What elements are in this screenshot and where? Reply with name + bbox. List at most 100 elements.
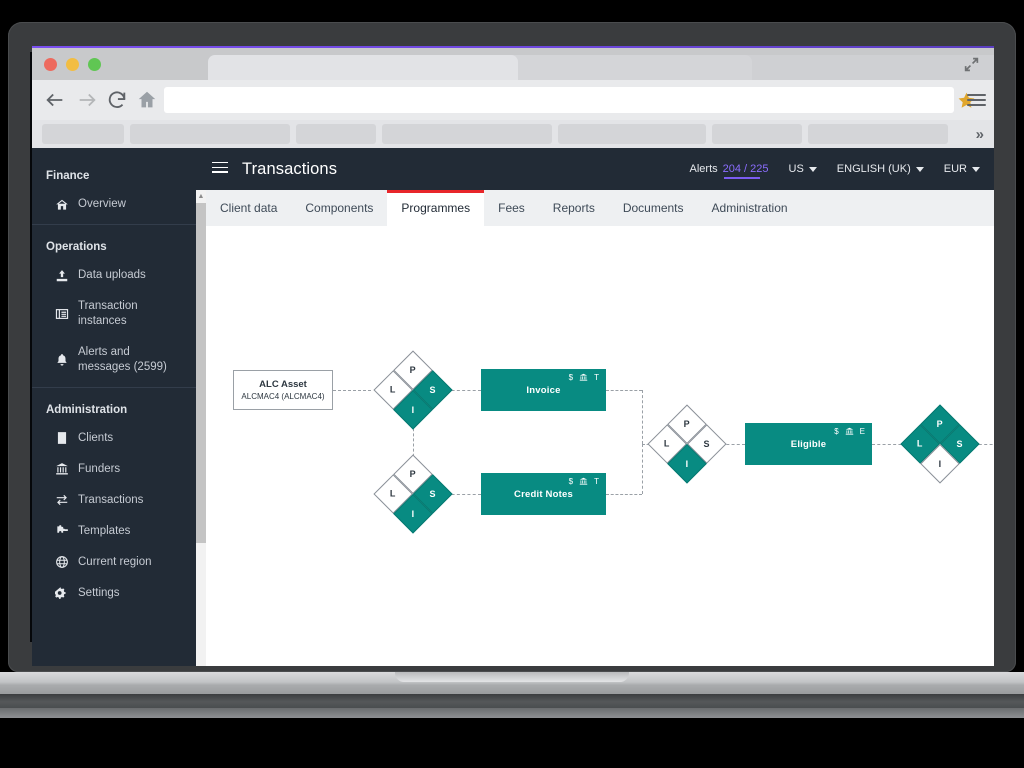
bookmark-item[interactable] bbox=[808, 124, 948, 144]
tab-components[interactable]: Components bbox=[291, 190, 387, 226]
bell-icon bbox=[54, 352, 69, 367]
header-actions: Alerts 204 / 225 US ENGLISH (UK) EUR bbox=[689, 163, 980, 179]
dollar-icon: $ bbox=[568, 373, 574, 382]
diamond-eligible-in[interactable]: P S L I bbox=[647, 404, 727, 484]
menu-toggle-icon[interactable] bbox=[212, 161, 228, 177]
sidebar-item-label: Clients bbox=[78, 431, 114, 444]
tab-label: Administration bbox=[711, 201, 788, 215]
connector-credit-notes-up bbox=[642, 444, 643, 494]
node-eligible[interactable]: $ E Eligible bbox=[745, 423, 872, 465]
home-icon[interactable] bbox=[136, 89, 158, 111]
bookmarks-overflow-icon[interactable]: » bbox=[976, 126, 984, 143]
alerts-count: 204 / 225 bbox=[722, 163, 769, 179]
arrow-left-icon[interactable] bbox=[44, 89, 66, 111]
country-selector-label: US bbox=[788, 163, 804, 175]
sidebar-group-administration: Administration bbox=[46, 403, 128, 416]
sidebar-item-data-uploads[interactable]: Data uploads bbox=[32, 260, 196, 291]
sidebar-item-label: Templates bbox=[78, 524, 131, 537]
list-icon bbox=[54, 306, 69, 321]
language-selector[interactable]: ENGLISH (UK) bbox=[837, 163, 924, 175]
upload-icon bbox=[54, 268, 69, 283]
sidebar-item-settings[interactable]: Settings bbox=[32, 578, 196, 609]
hamburger-menu-icon[interactable] bbox=[967, 94, 986, 107]
node-label: Credit Notes bbox=[514, 488, 573, 500]
arrow-right-icon[interactable] bbox=[76, 89, 98, 111]
sidebar-group-finance: Finance bbox=[46, 170, 90, 182]
bank-icon bbox=[54, 462, 69, 477]
sidebar-item-label: Transaction instances bbox=[78, 300, 138, 327]
browser-window: ✕ ✕ bbox=[32, 46, 994, 666]
bookmark-item[interactable] bbox=[558, 124, 706, 144]
tab-programmes[interactable]: Programmes bbox=[387, 190, 485, 226]
tab-label: Reports bbox=[552, 201, 595, 215]
minimize-window-button[interactable] bbox=[66, 58, 79, 71]
tab-fees[interactable]: Fees bbox=[484, 190, 539, 226]
bookmark-item[interactable] bbox=[296, 124, 376, 144]
diamond-credit-notes[interactable]: P S L I bbox=[373, 454, 453, 534]
tab-client-data[interactable]: Client data bbox=[206, 190, 291, 226]
sidebar-item-transactions[interactable]: Transactions bbox=[32, 485, 196, 516]
page-title: Transactions bbox=[242, 159, 338, 178]
bookmark-item[interactable] bbox=[712, 124, 802, 144]
sidebar-item-label: Funders bbox=[78, 462, 121, 475]
maximize-window-button[interactable] bbox=[88, 58, 101, 71]
scrollbar-thumb[interactable] bbox=[196, 203, 206, 543]
laptop-base-notch bbox=[395, 672, 629, 682]
sidebar-item-label: Data uploads bbox=[78, 269, 146, 282]
home-icon bbox=[54, 197, 69, 212]
bookmark-item[interactable] bbox=[130, 124, 290, 144]
diamond-invoice[interactable]: P S L I bbox=[373, 350, 453, 430]
alerts-label: Alerts bbox=[689, 163, 718, 175]
gears-icon bbox=[54, 586, 69, 601]
sidebar-item-alerts-and-messages[interactable]: Alerts and messages (2599) bbox=[32, 337, 196, 383]
sidebar-item-label: Overview bbox=[78, 198, 126, 211]
globe-icon bbox=[54, 555, 69, 570]
browser-titlebar bbox=[32, 48, 994, 82]
sidebar-item-templates[interactable]: Templates bbox=[32, 516, 196, 547]
node-credit-notes[interactable]: $ T Credit Notes bbox=[481, 473, 606, 515]
country-selector[interactable]: US bbox=[789, 163, 817, 175]
bookmark-item[interactable] bbox=[382, 124, 552, 144]
node-invoice[interactable]: $ T Invoice bbox=[481, 369, 606, 411]
reload-icon[interactable] bbox=[106, 89, 128, 111]
vertical-scrollbar[interactable]: ▲ bbox=[196, 190, 206, 666]
node-label: Eligible bbox=[790, 438, 827, 450]
tab-documents[interactable]: Documents bbox=[609, 190, 698, 226]
sidebar-item-clients[interactable]: Clients bbox=[32, 423, 196, 454]
tab-reports[interactable]: Reports bbox=[539, 190, 609, 226]
bookmarks-bar: » bbox=[32, 120, 994, 148]
sidebar-item-label: Current region bbox=[78, 555, 152, 568]
laptop-base-shadow bbox=[0, 694, 1024, 708]
app-header: Transactions Alerts 204 / 225 US ENGLISH… bbox=[196, 148, 994, 190]
node-icons: $ E bbox=[834, 427, 865, 436]
scroll-up-icon[interactable]: ▲ bbox=[196, 190, 206, 203]
expand-icon[interactable] bbox=[963, 56, 980, 73]
sidebar-item-current-region[interactable]: Current region bbox=[32, 547, 196, 578]
chevron-down-icon bbox=[915, 166, 924, 172]
laptop-frame: ✕ ✕ bbox=[0, 0, 1024, 768]
browser-navbar bbox=[32, 80, 994, 120]
bookmark-item[interactable] bbox=[42, 124, 124, 144]
tab-label: Programmes bbox=[401, 201, 471, 215]
currency-selector[interactable]: EUR bbox=[944, 163, 980, 175]
close-window-button[interactable] bbox=[44, 58, 57, 71]
sidebar-item-overview[interactable]: Overview bbox=[32, 189, 196, 220]
connector-invoice-out bbox=[606, 390, 642, 391]
connector-invoice-down bbox=[642, 390, 643, 444]
alerts-indicator[interactable]: Alerts 204 / 225 bbox=[689, 163, 769, 179]
sidebar-item-funders[interactable]: Funders bbox=[32, 454, 196, 485]
url-input[interactable] bbox=[164, 87, 954, 113]
node-alc-asset[interactable]: ALC Asset ALCMAC4 (ALCMAC4) bbox=[233, 370, 333, 410]
dollar-icon: $ bbox=[568, 477, 574, 486]
node-label: Invoice bbox=[526, 384, 561, 396]
type-t-icon: T bbox=[594, 373, 599, 382]
main-column: Transactions Alerts 204 / 225 US ENGLISH… bbox=[196, 148, 994, 666]
sidebar-divider bbox=[32, 386, 196, 388]
diamond-eligible-out[interactable]: P S L I bbox=[900, 404, 980, 484]
tab-administration[interactable]: Administration bbox=[698, 190, 802, 226]
type-e-icon: E bbox=[859, 427, 865, 436]
sidebar-item-transaction-instances[interactable]: Transaction instances bbox=[32, 291, 196, 337]
tab-label: Client data bbox=[220, 201, 278, 215]
node-subtitle: ALCMAC4 (ALCMAC4) bbox=[241, 392, 325, 401]
browser-tab-1[interactable] bbox=[208, 55, 518, 82]
